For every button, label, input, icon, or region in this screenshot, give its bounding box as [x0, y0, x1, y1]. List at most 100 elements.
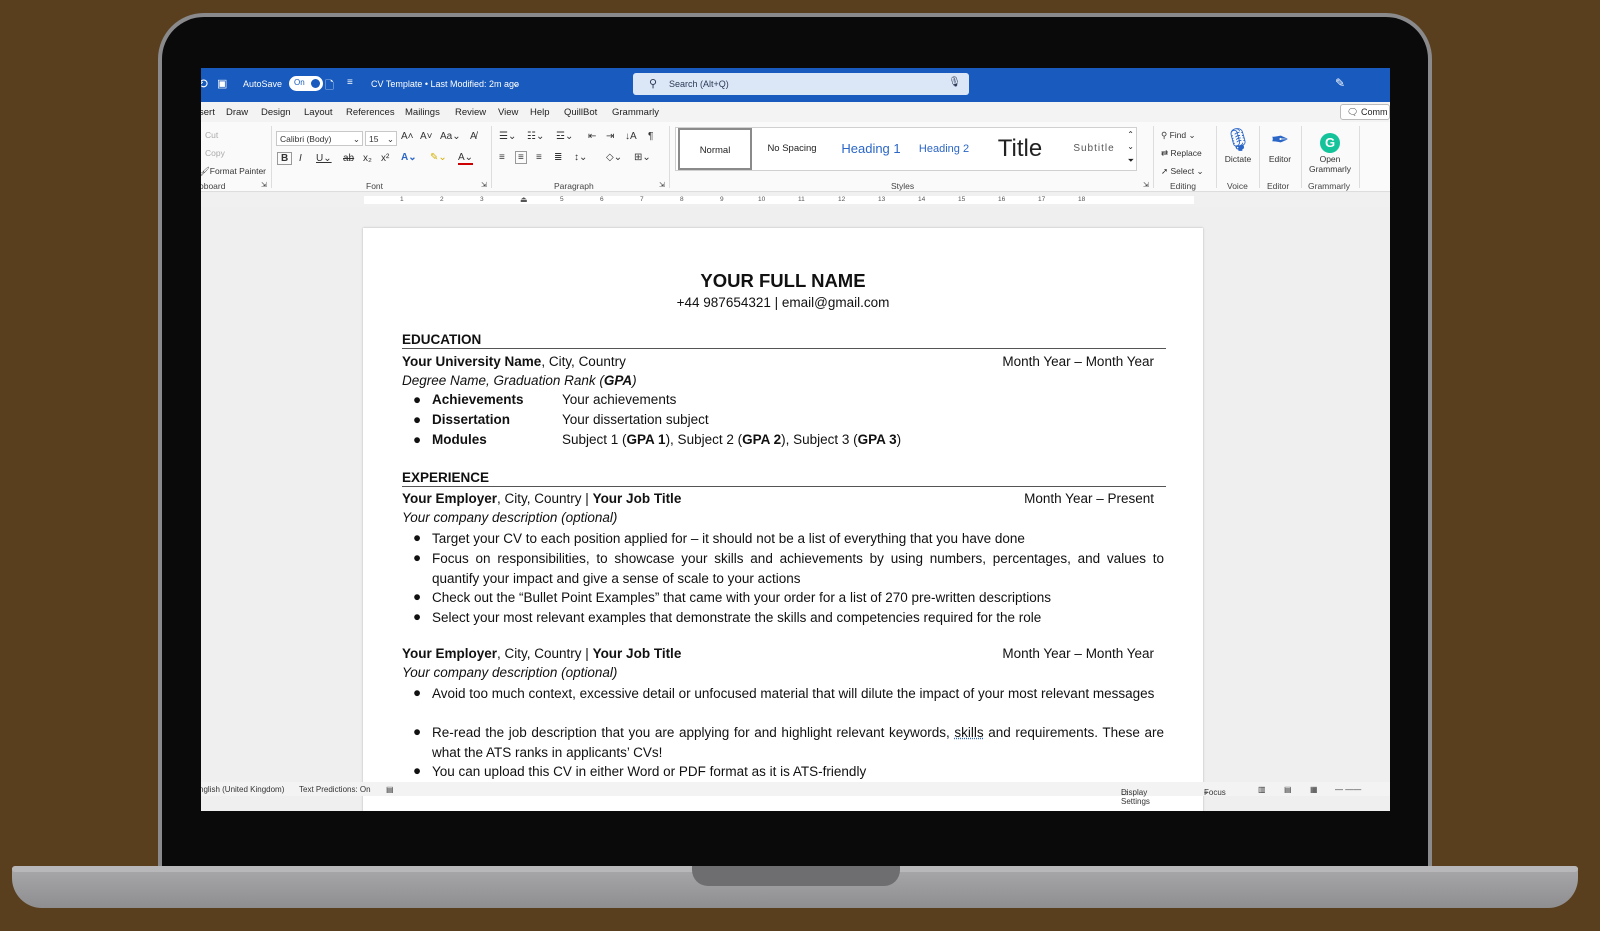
- editor-pen-icon: ✒: [1270, 127, 1290, 152]
- read-mode-icon[interactable]: ▥: [1258, 785, 1266, 794]
- dialog-launcher-icon[interactable]: ⇲: [1143, 181, 1149, 189]
- search-box[interactable]: ⚲ Search (Alt+Q) 🎙: [633, 73, 969, 95]
- bold-icon[interactable]: B: [277, 152, 293, 165]
- job-2-bullet: You can upload this CV in either Word or…: [432, 764, 867, 779]
- style-heading-2[interactable]: Heading 2: [912, 128, 976, 170]
- superscript-icon[interactable]: x²: [381, 153, 389, 164]
- accessibility-icon[interactable]: ▤: [386, 785, 394, 794]
- ribbon: Cut Copy 🖌Format Painter oboard ⇲ Calibr…: [201, 122, 1390, 192]
- save-icon[interactable]: ▣: [217, 77, 227, 90]
- modules-label: Modules: [432, 432, 487, 447]
- autosave-toggle[interactable]: On: [289, 76, 323, 91]
- sort-icon[interactable]: ↓A: [625, 131, 637, 142]
- job-location: , City, Country |: [497, 646, 593, 661]
- style-subtitle[interactable]: Subtitle: [1062, 128, 1126, 170]
- style-normal[interactable]: Normal: [678, 128, 752, 170]
- highlighter-icon[interactable]: ✎⌄: [430, 152, 447, 163]
- chevron-down-icon[interactable]: ⌄: [512, 78, 520, 89]
- degree-name: Degree Name, Graduation Rank (: [402, 373, 604, 388]
- divider: [1301, 126, 1302, 188]
- dialog-launcher-icon[interactable]: ⇲: [659, 181, 665, 189]
- indent-marker-icon[interactable]: ⏏: [520, 195, 528, 204]
- multilevel-list-icon[interactable]: ☲⌄: [556, 131, 573, 142]
- tab-draw[interactable]: Draw: [226, 107, 248, 118]
- decrease-indent-icon[interactable]: ⇤: [588, 131, 596, 142]
- align-center-icon[interactable]: ≡: [515, 151, 527, 164]
- replace-button[interactable]: ⇄ Replace: [1161, 148, 1202, 159]
- cut-button[interactable]: Cut: [205, 130, 218, 140]
- bullet-icon: ●: [413, 763, 422, 778]
- spelling-suggestion[interactable]: skills: [954, 725, 983, 740]
- tab-mailings[interactable]: Mailings: [405, 107, 440, 118]
- ruler-tick: 12: [838, 196, 846, 203]
- microphone-icon[interactable]: 🎙: [948, 77, 961, 88]
- chevron-down-icon[interactable]: ⌄: [1127, 142, 1134, 151]
- tab-references[interactable]: References: [346, 107, 395, 118]
- format-painter-label: Format Painter: [209, 166, 267, 176]
- tab-grammarly[interactable]: Grammarly: [612, 107, 659, 118]
- tab-insert[interactable]: sert: [201, 107, 215, 118]
- style-heading-1[interactable]: Heading 1: [832, 128, 910, 170]
- tab-design[interactable]: Design: [261, 107, 291, 118]
- underline-icon[interactable]: U⌄: [316, 153, 332, 164]
- comments-button[interactable]: 🗨 Comm: [1340, 104, 1390, 120]
- file-icon[interactable]: 🗋: [325, 77, 334, 96]
- open-grammarly-button[interactable]: G Open Grammarly: [1303, 126, 1357, 174]
- select-button[interactable]: ➚ Select ⌄: [1161, 166, 1204, 177]
- shrink-font-icon[interactable]: A˅: [420, 131, 433, 142]
- align-right-icon[interactable]: ≡: [536, 152, 542, 163]
- align-left-icon[interactable]: ≡: [499, 152, 505, 163]
- back-icon[interactable]: ⟲: [201, 76, 208, 92]
- customize-icon[interactable]: ≡: [347, 77, 353, 88]
- dialog-launcher-icon[interactable]: ⇲: [481, 181, 487, 189]
- pilcrow-icon[interactable]: ¶: [648, 131, 653, 142]
- tab-review[interactable]: Review: [455, 107, 486, 118]
- dialog-launcher-icon[interactable]: ⇲: [261, 181, 267, 189]
- chevron-up-icon[interactable]: ⌃: [1127, 130, 1134, 139]
- text-effects-icon[interactable]: A⌄: [401, 152, 417, 163]
- strikethrough-icon[interactable]: ab: [343, 153, 354, 164]
- numbering-icon[interactable]: ☷⌄: [527, 131, 544, 142]
- ruler[interactable]: 1 2 3 5 6 7 8 9 10 11 12 13 14 15 16 17 …: [201, 193, 1390, 207]
- zoom-slider[interactable]: — ——: [1335, 785, 1361, 794]
- font-size-select[interactable]: 15 ⌄: [365, 131, 397, 146]
- job-employer: Your Employer: [402, 646, 498, 661]
- grow-font-icon[interactable]: A˄: [401, 131, 414, 142]
- tab-quillbot[interactable]: QuillBot: [564, 107, 597, 118]
- clear-formatting-icon[interactable]: A̸: [470, 131, 477, 142]
- dictate-button[interactable]: 🎙 Dictate: [1219, 126, 1257, 164]
- font-family-select[interactable]: Calibri (Body) ⌄: [276, 131, 363, 146]
- editor-button[interactable]: ✒ Editor: [1261, 126, 1299, 164]
- style-no-spacing[interactable]: No Spacing: [756, 128, 828, 170]
- subscript-icon[interactable]: x₂: [363, 153, 372, 164]
- bullets-icon[interactable]: ☰⌄: [499, 131, 516, 142]
- print-layout-icon[interactable]: ▤: [1284, 785, 1292, 794]
- copy-button[interactable]: Copy: [205, 148, 225, 158]
- editor-group-label: Editor: [1267, 181, 1290, 191]
- module-text: ), Subject 3 (: [781, 432, 858, 447]
- tab-view[interactable]: View: [498, 107, 518, 118]
- document-title[interactable]: CV Template • Last Modified: 2m ago: [371, 79, 519, 89]
- language-status[interactable]: nglish (United Kingdom): [201, 785, 284, 794]
- web-layout-icon[interactable]: ▦: [1310, 785, 1318, 794]
- line-spacing-icon[interactable]: ↕⌄: [574, 152, 587, 163]
- pen-icon[interactable]: ✎: [1335, 76, 1345, 90]
- format-painter-button[interactable]: 🖌Format Painter: [201, 166, 266, 177]
- tab-layout[interactable]: Layout: [304, 107, 333, 118]
- find-button[interactable]: ⚲ Find ⌄: [1161, 130, 1196, 141]
- more-styles-icon[interactable]: ⏷: [1128, 156, 1134, 166]
- experience-heading: EXPERIENCE: [402, 470, 1166, 487]
- justify-icon[interactable]: ≣: [554, 152, 562, 163]
- divider: [491, 126, 492, 188]
- shading-icon[interactable]: ◇⌄: [606, 152, 622, 163]
- text-predictions-status[interactable]: Text Predictions: On: [299, 785, 371, 794]
- increase-indent-icon[interactable]: ⇥: [606, 131, 614, 142]
- document-page[interactable]: YOUR FULL NAME +44 987654321 | email@gma…: [363, 228, 1203, 811]
- style-title[interactable]: Title: [980, 128, 1060, 170]
- change-case-icon[interactable]: Aa⌄: [440, 131, 461, 142]
- font-color-icon[interactable]: A⌄: [458, 152, 474, 165]
- tab-help[interactable]: Help: [530, 107, 550, 118]
- module-gpa: GPA 3: [857, 432, 897, 447]
- italic-icon[interactable]: I: [299, 153, 302, 164]
- borders-icon[interactable]: ⊞⌄: [634, 152, 651, 163]
